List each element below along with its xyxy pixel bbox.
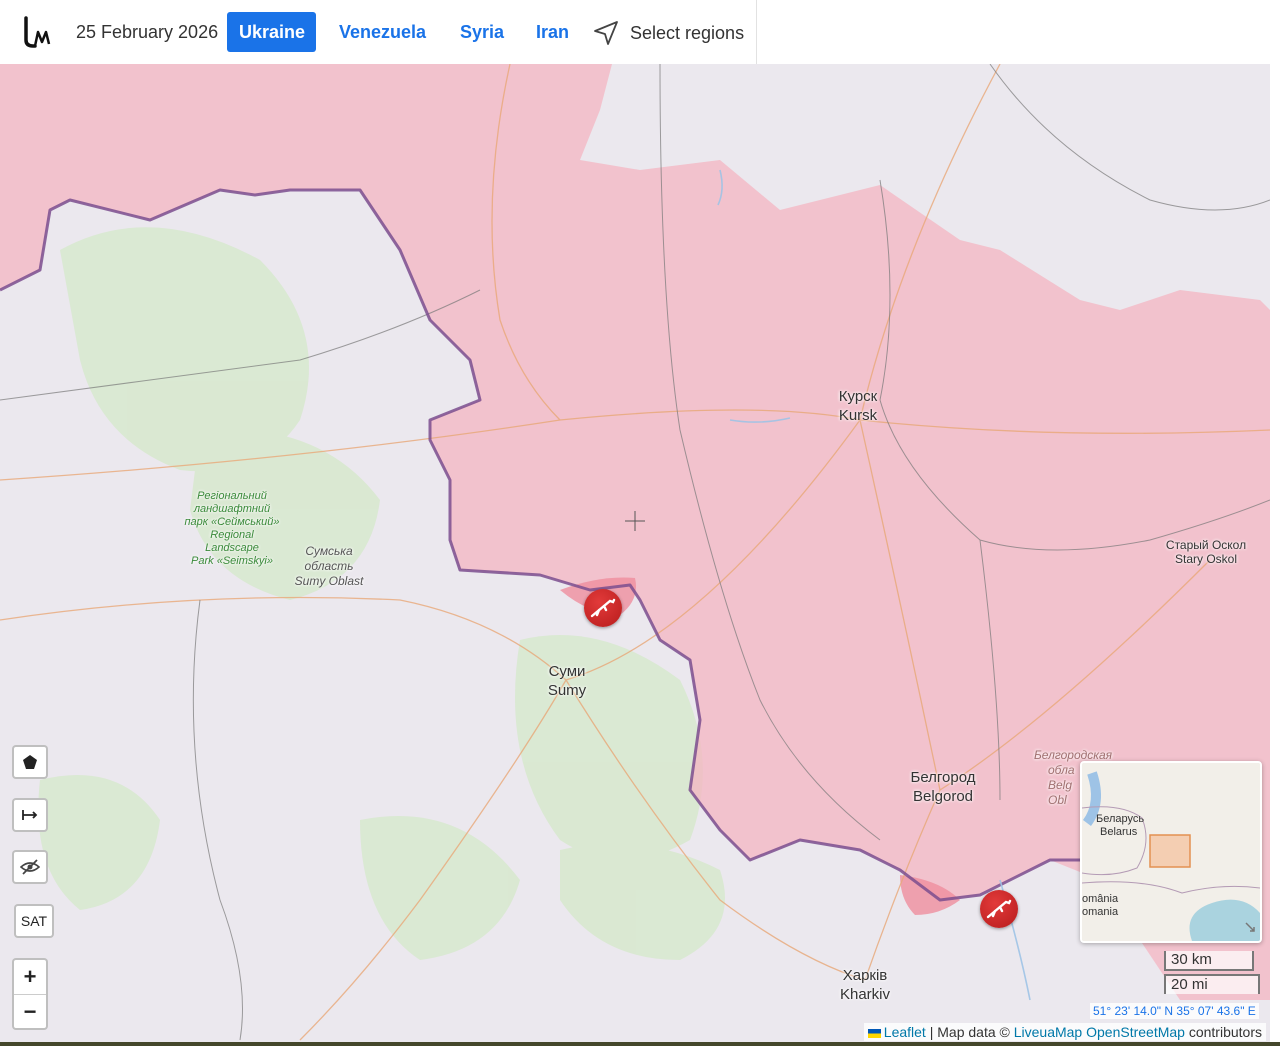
- measure-icon: [22, 810, 38, 820]
- scale-mi: 20 mi: [1164, 974, 1260, 994]
- minimap-label-line: Belarus: [1100, 826, 1138, 838]
- eye-off-icon: [20, 859, 40, 875]
- openstreetmap-link[interactable]: OpenStreetMap: [1086, 1024, 1185, 1040]
- measure-button[interactable]: [12, 798, 48, 832]
- kursk-native-label: Курск: [838, 388, 878, 405]
- current-date: 25 February 2026: [76, 22, 219, 42]
- city-label-belgorod: Белгород Belgorod: [898, 768, 988, 806]
- minimap-label-line: Беларусь: [1096, 813, 1145, 825]
- kharkiv-native-label: Харків: [842, 967, 888, 984]
- leaflet-link[interactable]: Leaflet: [884, 1024, 926, 1040]
- park-label-line: Regional: [210, 529, 254, 541]
- rifle-icon: [986, 899, 1012, 919]
- belgorod-native-label: Белгород: [910, 769, 976, 786]
- map-attribution: Leaflet | Map data © LiveuaMap OpenStree…: [863, 1023, 1266, 1041]
- region-label-line: область: [304, 559, 354, 573]
- minimap-romania-label: omânia omania: [1082, 893, 1118, 919]
- region-label-line: Сумська: [305, 544, 353, 558]
- sumy-english-label: Sumy: [547, 682, 587, 699]
- park-label-line: Park «Seimskyi»: [191, 555, 273, 567]
- draw-polygon-button[interactable]: [12, 745, 48, 779]
- satellite-toggle-button[interactable]: SAT: [14, 904, 54, 938]
- park-label-seimskyi: Регіональний ландшафтний парк «Сеймський…: [176, 490, 288, 568]
- city-label-stary-oskol: Старый Оскол Stary Oskol: [1158, 538, 1254, 566]
- zoom-control: + −: [12, 958, 48, 1030]
- kursk-english-label: Kursk: [838, 407, 878, 424]
- city-label-kharkiv: Харків Kharkiv: [830, 966, 900, 1004]
- right-edge: [1270, 64, 1280, 1042]
- tab-ukraine[interactable]: Ukraine: [227, 12, 316, 52]
- minimap-label-line: omania: [1082, 906, 1119, 918]
- region-label-line: Sumy Oblast: [294, 574, 364, 588]
- park-label-line: Регіональний: [197, 490, 267, 502]
- minimap[interactable]: Беларусь Belarus omânia omania: [1080, 761, 1262, 943]
- tab-venezuela[interactable]: Venezuela: [327, 12, 438, 52]
- navigation-arrow-icon: [594, 21, 618, 45]
- rifle-icon: [590, 598, 616, 618]
- cursor-coordinates: 51° 23' 14.0" N 35° 07' 43.6" E: [1090, 1003, 1259, 1019]
- logo-icon[interactable]: [22, 14, 54, 50]
- park-label-line: парк «Сеймський»: [184, 516, 280, 528]
- scale-km: 30 km: [1164, 951, 1254, 971]
- tab-iran[interactable]: Iran: [524, 12, 581, 52]
- city-label-sumy: Суми Sumy: [536, 662, 598, 700]
- attribution-contributors: contributors: [1184, 1024, 1262, 1040]
- select-regions-button[interactable]: Select regions: [592, 18, 744, 48]
- park-label-line: Landscape: [205, 542, 259, 554]
- region-label-sumy-oblast: Сумська область Sumy Oblast: [284, 544, 374, 589]
- kharkiv-english-label: Kharkiv: [839, 986, 891, 1003]
- select-regions-label: Select regions: [630, 22, 745, 43]
- ukraine-flag-icon: [867, 1028, 881, 1038]
- tab-syria[interactable]: Syria: [448, 12, 516, 52]
- attribution-separator: | Map data ©: [925, 1024, 1014, 1040]
- hide-layers-button[interactable]: [12, 850, 48, 884]
- stary-oskol-english-label: Stary Oskol: [1174, 552, 1237, 566]
- minimap-label-line: omânia: [1082, 893, 1119, 905]
- sumy-native-label: Суми: [548, 663, 586, 680]
- stary-oskol-native-label: Старый Оскол: [1165, 538, 1247, 552]
- combat-marker[interactable]: [980, 890, 1018, 928]
- top-bar: 25 February 2026 Ukraine Venezuela Syria…: [0, 0, 757, 64]
- city-label-kursk: Курск Kursk: [828, 387, 888, 425]
- minimap-belarus-label: Беларусь Belarus: [1096, 813, 1144, 839]
- zoom-out-button[interactable]: −: [14, 995, 46, 1029]
- zoom-in-button[interactable]: +: [14, 960, 46, 995]
- liveuamap-link[interactable]: LiveuaMap: [1014, 1024, 1083, 1040]
- combat-marker[interactable]: [584, 589, 622, 627]
- bottom-border: [0, 1042, 1280, 1046]
- park-label-line: ландшафтний: [193, 503, 271, 515]
- polygon-icon: [23, 755, 37, 769]
- belgorod-english-label: Belgorod: [912, 788, 974, 805]
